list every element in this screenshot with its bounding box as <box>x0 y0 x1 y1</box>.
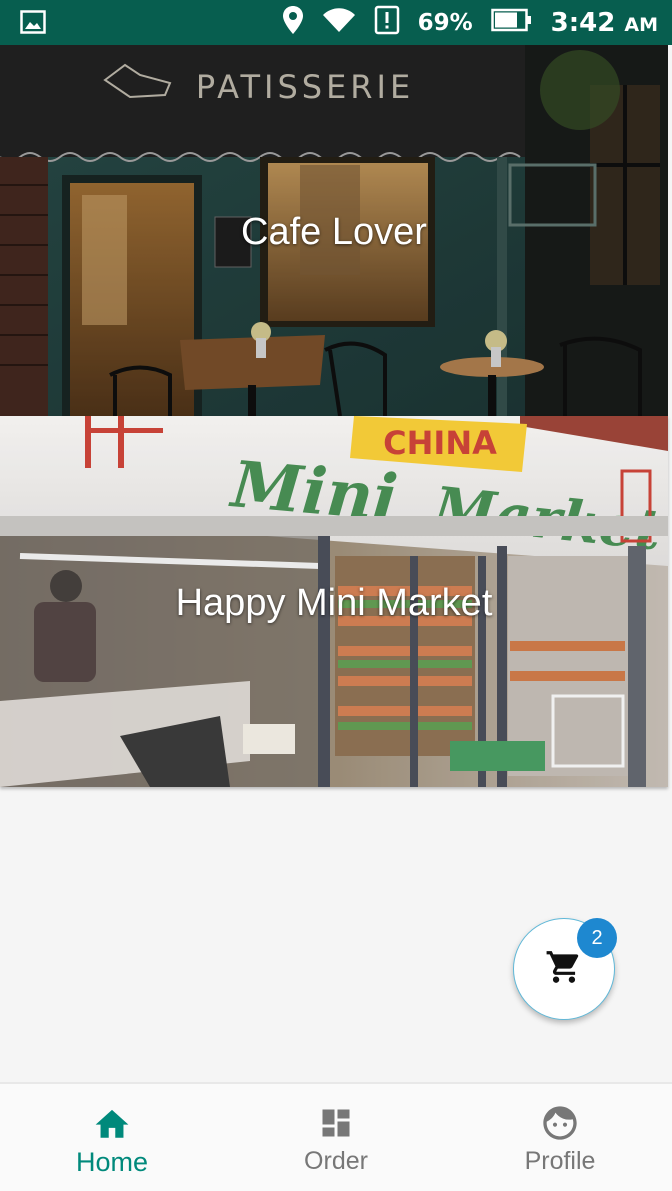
image-icon <box>20 10 46 34</box>
store-card-cafe-lover[interactable]: PATISSERIE Cafe Lover <box>0 45 668 416</box>
nav-item-profile[interactable]: Profile <box>448 1084 672 1191</box>
clock-time: 3:42 <box>550 7 616 38</box>
alert-icon <box>374 5 400 40</box>
clock-suffix: AM <box>624 13 658 36</box>
battery-percentage: 69% <box>417 9 473 36</box>
home-icon <box>92 1103 132 1143</box>
bottom-navigation: Home Order Profile <box>0 1082 672 1191</box>
dashboard-icon <box>316 1103 356 1143</box>
app-screen: 69% 3:42 AM PATISSERIE Cafe Lover CHINA … <box>0 0 672 1191</box>
store-name: Happy Mini Market <box>175 582 493 624</box>
status-bar: 69% 3:42 AM <box>0 0 672 45</box>
nav-item-home[interactable]: Home <box>0 1084 224 1191</box>
battery-icon <box>490 8 533 37</box>
nav-label: Home <box>75 1147 149 1177</box>
nav-label: Order <box>304 1147 368 1175</box>
store-name: Cafe Lover <box>241 211 427 253</box>
shopping-cart-icon <box>544 948 584 991</box>
store-card-happy-mini-market[interactable]: CHINA Mini Market <box>0 416 668 787</box>
clock: 3:42 AM <box>551 8 658 38</box>
location-pin-icon <box>282 5 304 40</box>
nav-label: Profile <box>524 1147 596 1175</box>
wifi-icon <box>322 7 356 38</box>
nav-item-order[interactable]: Order <box>224 1084 448 1191</box>
face-icon <box>540 1103 580 1143</box>
cart-count-badge: 2 <box>577 918 617 958</box>
